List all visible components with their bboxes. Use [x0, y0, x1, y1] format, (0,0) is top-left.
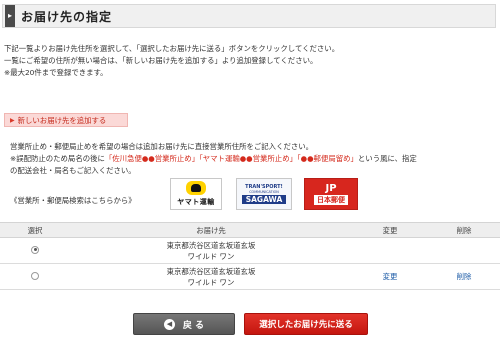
triangle-right-icon: ▸: [7, 11, 12, 20]
header-destination: お届け先: [70, 222, 352, 238]
sagawa-logo-link[interactable]: TRAN'SPORT! COMMUNICATION SAGAWA: [236, 178, 292, 210]
black-cat-icon: [186, 181, 206, 195]
page-header: ▸ お届け先の指定: [2, 4, 496, 28]
arrow-left-icon: ◀: [163, 318, 175, 330]
destination-name: ワイルド ワン: [187, 251, 235, 261]
add-new-destination-button[interactable]: ▶ 新しいお届け先を追加する: [4, 113, 128, 127]
header-select: 選択: [0, 222, 70, 238]
sagawa-logo-sub: COMMUNICATION: [249, 190, 279, 194]
destination-cell: 東京都渋谷区道玄坂道玄坂 ワイルド ワン: [70, 237, 352, 264]
intro-line: 下記一覧よりお届け先住所を選択して、「選択したお届け先に送る」ボタンをクリックし…: [4, 44, 340, 53]
delete-cell: 削除: [428, 263, 500, 290]
header-change: 変更: [352, 222, 428, 238]
change-cell: [352, 237, 428, 264]
yamato-logo-text: ヤマト運輸: [177, 198, 215, 206]
intro-text: 下記一覧よりお届け先住所を選択して、「選択したお届け先に送る」ボタンをクリックし…: [4, 43, 496, 79]
table-row: 東京都渋谷区道玄坂道玄坂 ワイルド ワン 変更 削除: [0, 263, 500, 290]
notes-text: 営業所止め・郵便局止めを希望の場合は追加お届け先に直接営業所住所をご記入ください…: [10, 141, 498, 177]
send-to-selected-label: 選択したお届け先に送る: [259, 320, 353, 330]
destination-address: 東京都渋谷区道玄坂道玄坂: [166, 240, 256, 250]
change-cell: 変更: [352, 263, 428, 290]
destination-name: ワイルド ワン: [187, 277, 235, 287]
add-new-destination-label: 新しいお届け先を追加する: [17, 115, 107, 125]
carrier-search-label: 《営業所・郵便局検索はこちらから》: [10, 196, 136, 205]
back-button-label: 戻 る: [182, 320, 205, 331]
japanpost-logo-name: 日本郵便: [314, 195, 348, 205]
table-row: 東京都渋谷区道玄坂道玄坂 ワイルド ワン: [0, 237, 500, 264]
jp-mark-icon: JP: [325, 183, 337, 194]
notes-text-a: ※誤配防止のため局名の後に: [10, 154, 105, 163]
intro-line: ※最大20件まで登録できます。: [4, 68, 108, 77]
notes-text-b: という風に、指定: [357, 154, 417, 163]
destination-radio[interactable]: [31, 271, 39, 280]
back-button[interactable]: ◀ 戻 る: [133, 313, 235, 335]
intro-line: 一覧にご希望の住所が無い場合は、「新しいお届け先を追加する」より追加登録してくだ…: [4, 56, 318, 65]
send-to-selected-button[interactable]: 選択したお届け先に送る: [244, 313, 368, 335]
change-link[interactable]: 変更: [383, 272, 398, 281]
select-cell: [0, 263, 70, 290]
header-delete: 削除: [428, 222, 500, 238]
yamato-logo-link[interactable]: ヤマト運輸: [170, 178, 222, 210]
header-marker: ▸: [5, 5, 15, 27]
triangle-right-icon: ▶: [10, 116, 15, 124]
destination-radio[interactable]: [31, 245, 39, 254]
delete-link[interactable]: 削除: [457, 272, 472, 281]
delete-cell: [428, 237, 500, 264]
japanpost-logo-link[interactable]: JP 日本郵便: [304, 178, 358, 210]
select-cell: [0, 237, 70, 264]
sagawa-logo-name: SAGAWA: [241, 195, 287, 204]
destination-cell: 東京都渋谷区道玄坂道玄坂 ワイルド ワン: [70, 263, 352, 290]
notes-red-text: 「佐川急便●●営業所止め」「ヤマト運輸●●営業所止め」「●●郵便局留め」: [104, 154, 358, 163]
page-title: お届け先の指定: [21, 9, 113, 24]
destination-table: 選択 お届け先 変更 削除 東京都渋谷区道玄坂道玄坂 ワイルド ワン 東京都渋谷…: [0, 222, 500, 290]
notes-line: ※誤配防止のため局名の後に「佐川急便●●営業所止め」「ヤマト運輸●●営業所止め」…: [10, 153, 498, 165]
destination-address: 東京都渋谷区道玄坂道玄坂: [166, 266, 256, 276]
notes-line: の配送会社・局名もご記入ください。: [10, 166, 136, 175]
notes-line: 営業所止め・郵便局止めを希望の場合は追加お届け先に直接営業所住所をご記入ください…: [10, 142, 314, 151]
